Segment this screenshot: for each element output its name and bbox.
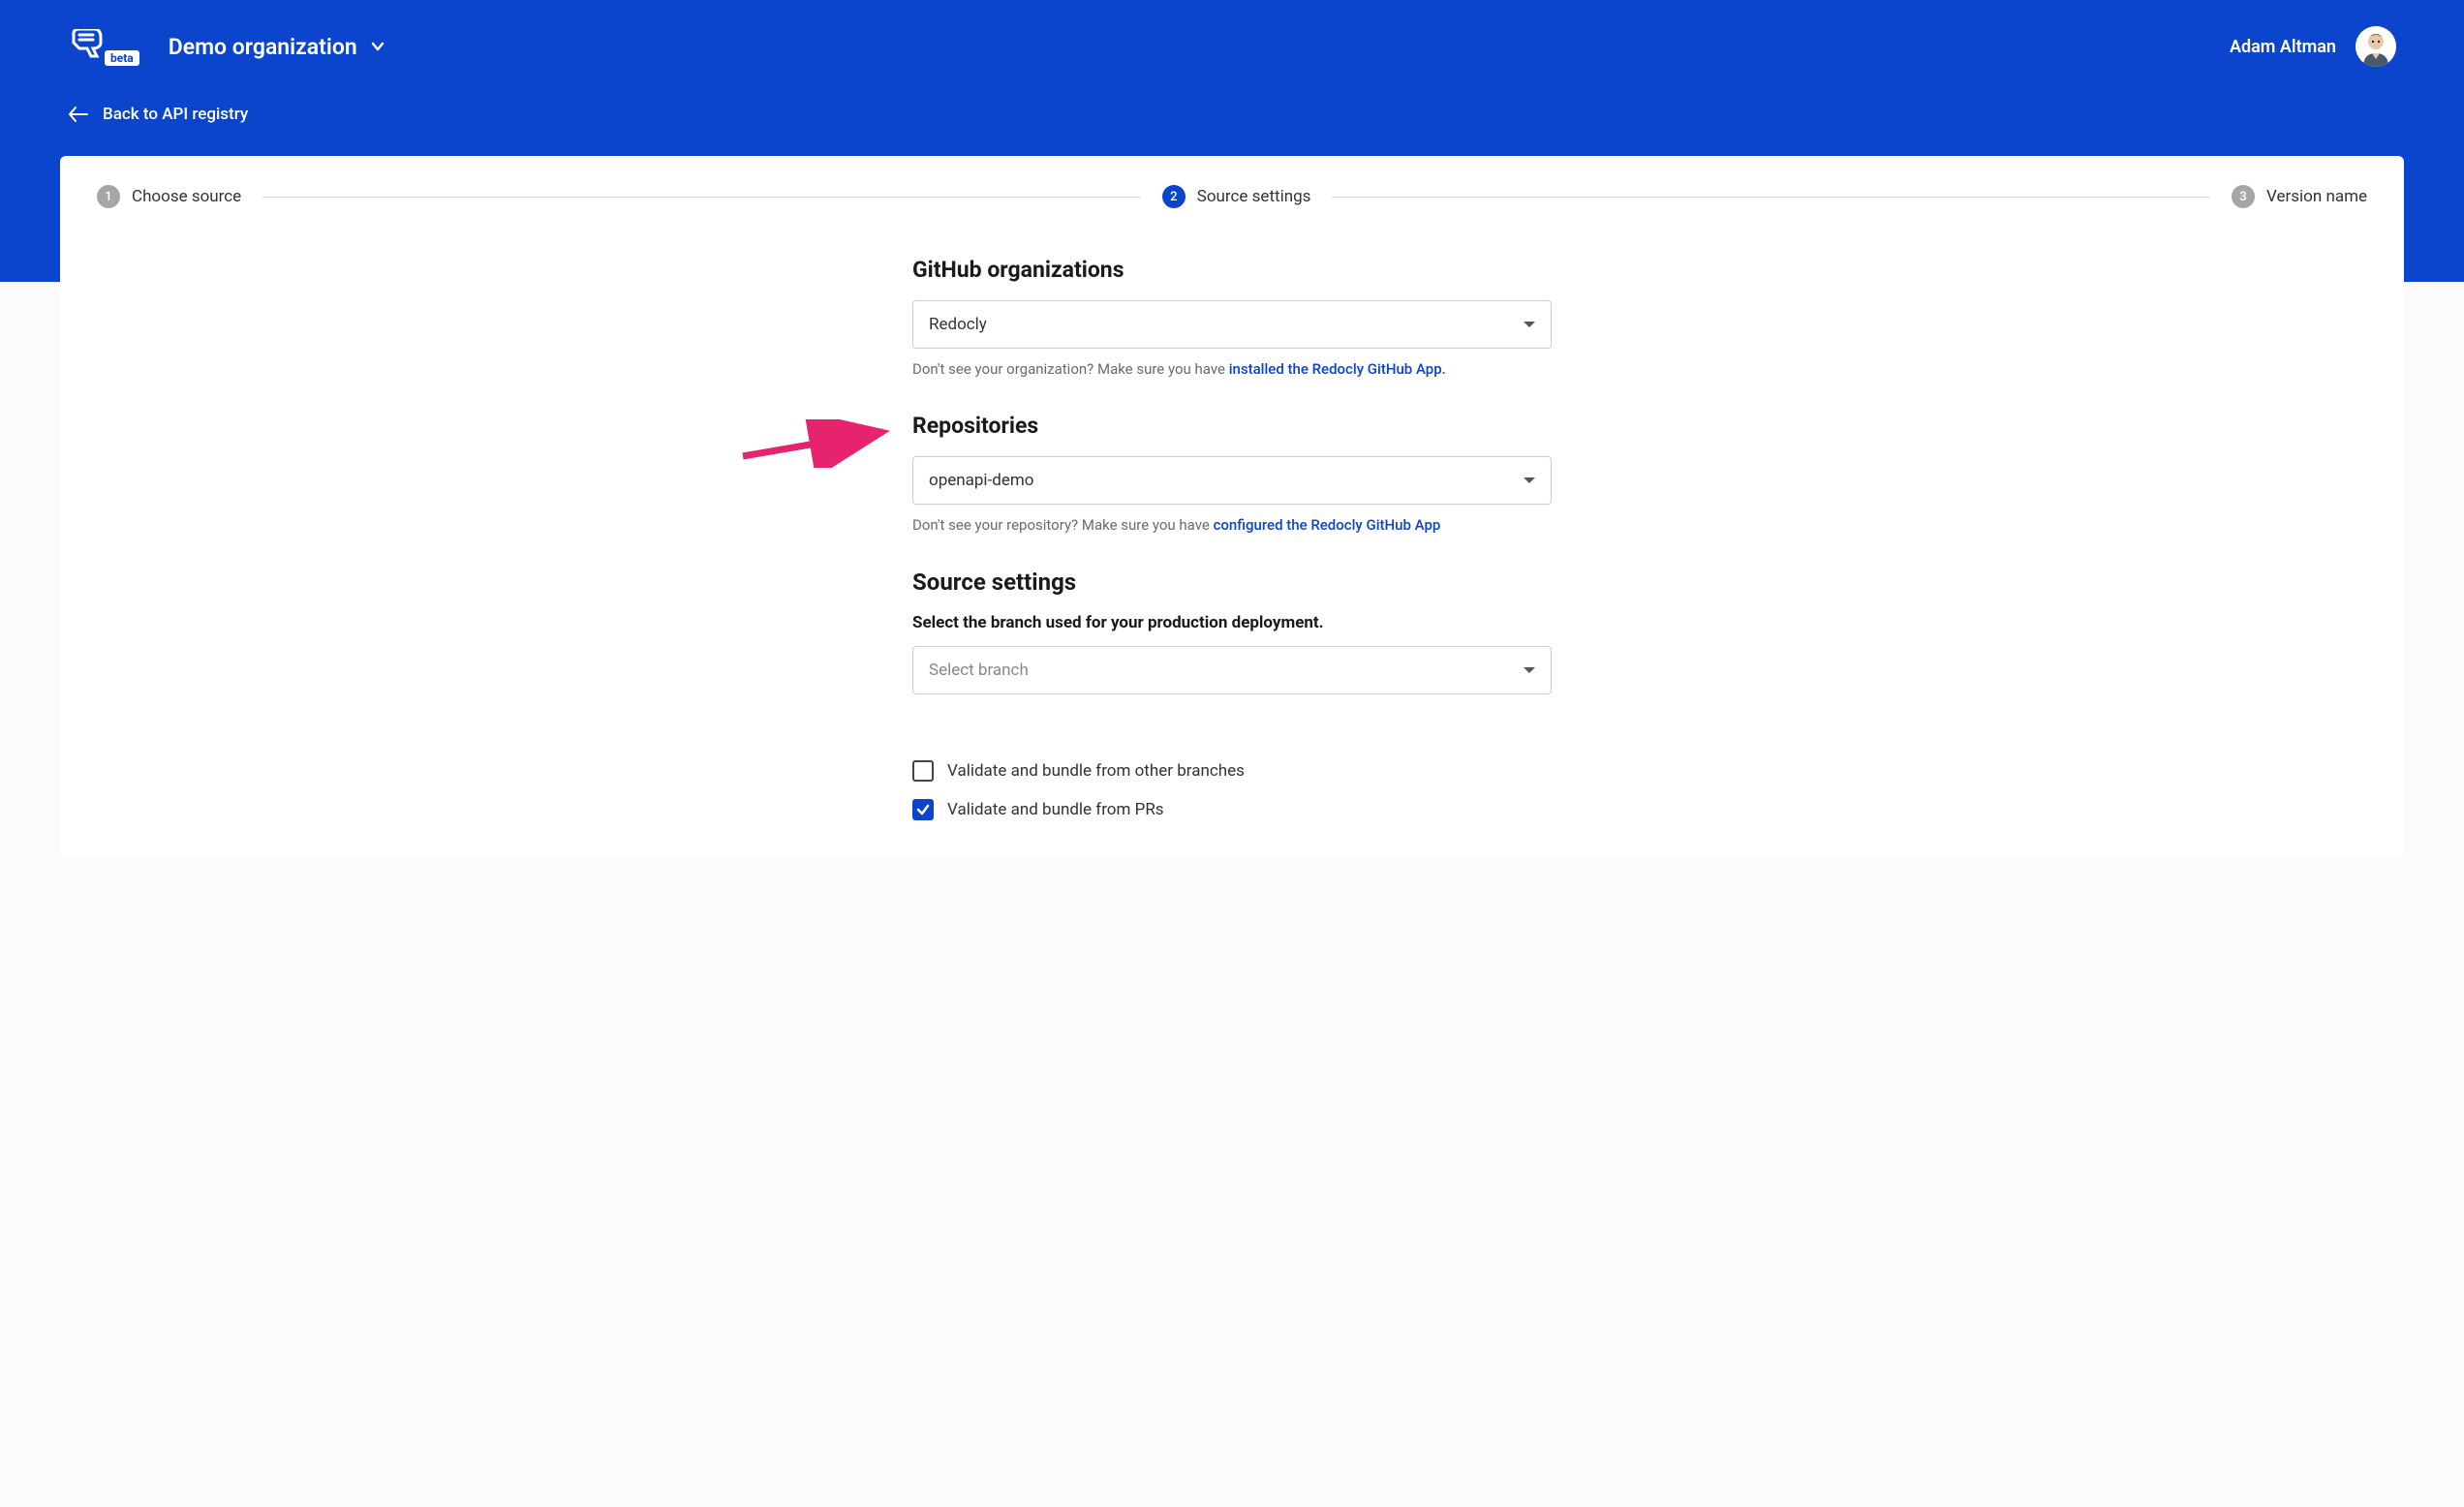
hint-text: Don't see your repository? Make sure you…: [912, 516, 1214, 534]
step-version-name[interactable]: 3 Version name: [2232, 185, 2367, 208]
install-app-link[interactable]: installed the Redocly GitHub App.: [1229, 360, 1446, 378]
configure-app-link[interactable]: configured the Redocly GitHub App: [1214, 516, 1441, 534]
hint-text: Don't see your organization? Make sure y…: [912, 360, 1229, 378]
step-source-settings[interactable]: 2 Source settings: [1162, 185, 1311, 208]
logo[interactable]: beta: [68, 29, 141, 64]
step-label: Version name: [2266, 187, 2367, 206]
checkbox-label: Validate and bundle from PRs: [947, 800, 1164, 819]
checkbox-other-branches[interactable]: [912, 760, 934, 782]
user-name[interactable]: Adam Altman: [2230, 37, 2336, 57]
beta-badge: beta: [105, 50, 139, 66]
branch-select[interactable]: Select branch: [912, 646, 1552, 694]
checkbox-other-branches-row: Validate and bundle from other branches: [912, 760, 1552, 782]
avatar[interactable]: [2356, 26, 2396, 67]
main-card: 1 Choose source 2 Source settings 3 Vers…: [60, 156, 2404, 859]
org-hint: Don't see your organization? Make sure y…: [912, 360, 1552, 378]
step-label: Choose source: [132, 187, 241, 206]
step-divider: [1332, 197, 2210, 198]
step-number: 2: [1162, 185, 1186, 208]
header-left: beta Demo organization: [68, 29, 385, 64]
org-switcher[interactable]: Demo organization: [169, 34, 385, 60]
select-value: Redocly: [929, 315, 987, 334]
source-settings-title: Source settings: [912, 569, 1552, 596]
repositories-title: Repositories: [912, 413, 1552, 439]
github-orgs-title: GitHub organizations: [912, 257, 1552, 283]
header-right: Adam Altman: [2230, 26, 2396, 67]
github-org-select[interactable]: Redocly: [912, 300, 1552, 349]
logo-icon: [68, 29, 107, 64]
back-link[interactable]: Back to API registry: [68, 105, 2396, 124]
select-value: openapi-demo: [929, 471, 1033, 490]
org-name: Demo organization: [169, 34, 357, 60]
step-label: Source settings: [1197, 187, 1311, 206]
caret-down-icon: [1524, 667, 1535, 673]
arrow-left-icon: [68, 106, 89, 123]
avatar-icon: [2356, 26, 2396, 67]
form-area: GitHub organizations Redocly Don't see y…: [912, 257, 1552, 820]
back-link-label: Back to API registry: [103, 105, 248, 124]
header-top-row: beta Demo organization Adam Altman: [68, 17, 2396, 76]
branch-label: Select the branch used for your producti…: [912, 613, 1552, 632]
chevron-down-icon: [371, 40, 385, 53]
repository-select[interactable]: openapi-demo: [912, 456, 1552, 505]
checkbox-prs[interactable]: [912, 799, 934, 820]
step-number: 1: [97, 185, 120, 208]
caret-down-icon: [1524, 477, 1535, 483]
caret-down-icon: [1524, 322, 1535, 327]
checkbox-prs-row: Validate and bundle from PRs: [912, 799, 1552, 820]
step-divider: [262, 197, 1141, 198]
annotation-arrow-icon: [738, 419, 903, 468]
check-icon: [916, 803, 930, 816]
step-choose-source[interactable]: 1 Choose source: [97, 185, 241, 208]
select-placeholder: Select branch: [929, 661, 1029, 680]
checkbox-label: Validate and bundle from other branches: [947, 761, 1245, 781]
stepper: 1 Choose source 2 Source settings 3 Vers…: [97, 185, 2367, 208]
repo-hint: Don't see your repository? Make sure you…: [912, 516, 1552, 534]
step-number: 3: [2232, 185, 2255, 208]
